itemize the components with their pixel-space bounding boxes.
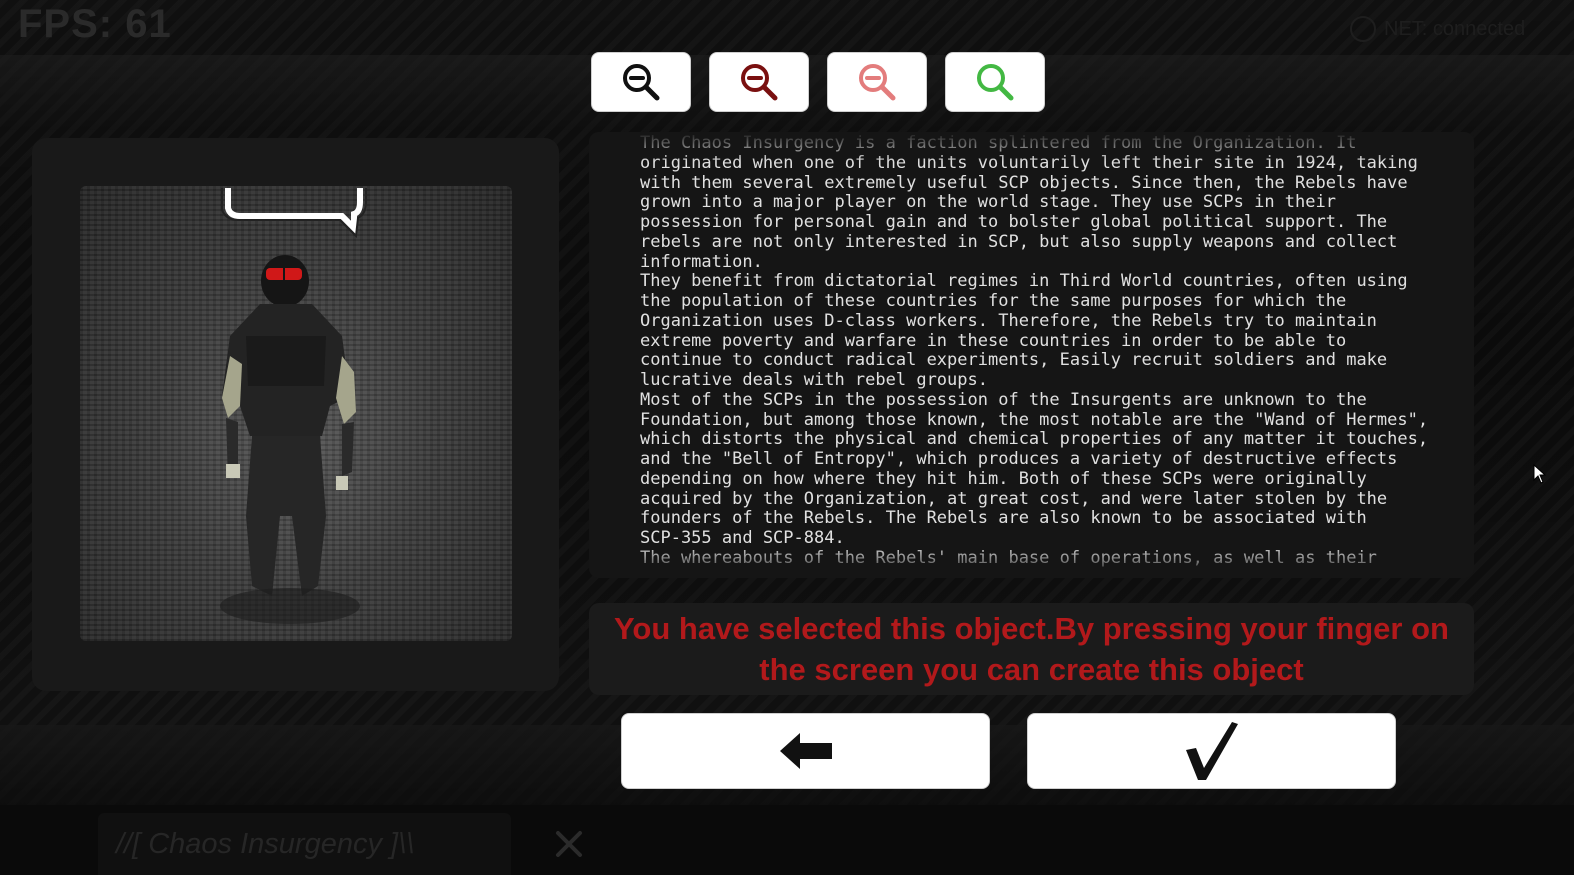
arrow-left-icon: [779, 733, 832, 769]
close-icon[interactable]: [552, 827, 586, 861]
object-title: //[ Chaos Insurgency ]\\: [116, 827, 415, 860]
globe-icon: [1350, 16, 1376, 42]
selection-message: You have selected this object.By pressin…: [614, 611, 1449, 687]
confirm-button[interactable]: [1027, 713, 1396, 789]
net-status-label: NET: connected: [1384, 17, 1526, 40]
insurgent-figure-image: [220, 188, 367, 624]
zoom-out-button-black[interactable]: [591, 52, 691, 112]
description-text: The Chaos Insurgency is a faction splint…: [640, 133, 1429, 567]
object-portrait: [80, 186, 512, 641]
zoom-out-icon: [623, 64, 660, 101]
back-button[interactable]: [621, 713, 990, 789]
object-title-bar: //[ Chaos Insurgency ]\\: [98, 813, 511, 875]
magnifier-icon: [977, 64, 1014, 101]
description-fade-top: [589, 132, 1474, 162]
mouse-cursor-icon: [1533, 464, 1547, 484]
zoom-out-button-lightred[interactable]: [827, 52, 927, 112]
zoom-out-icon: [741, 64, 778, 101]
zoom-out-icon: [859, 64, 896, 101]
zoom-reset-button-green[interactable]: [945, 52, 1045, 112]
zoom-toolbar: [591, 52, 1045, 112]
description-fade-bottom: [589, 544, 1474, 578]
fps-counter: FPS: 61: [18, 2, 172, 46]
net-status: NET: connected: [1350, 16, 1525, 42]
selection-message-panel: You have selected this object.By pressin…: [589, 603, 1474, 695]
description-panel[interactable]: The Chaos Insurgency is a faction splint…: [589, 132, 1474, 578]
checkmark-icon: [1185, 722, 1238, 780]
zoom-out-button-darkred[interactable]: [709, 52, 809, 112]
